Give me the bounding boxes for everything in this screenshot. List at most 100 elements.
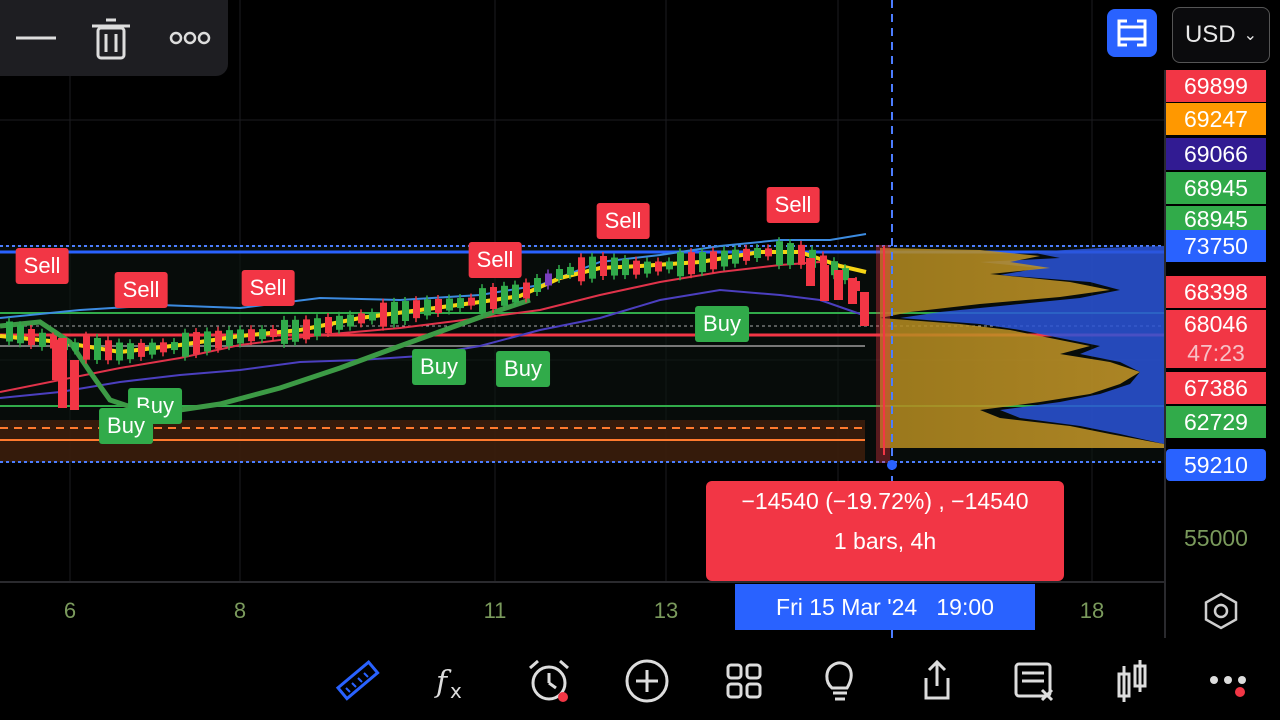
- candle-body: [457, 298, 464, 309]
- candle-body: [545, 273, 552, 286]
- candle-body: [347, 314, 354, 327]
- more-options-icon[interactable]: [166, 14, 214, 62]
- candle-body: [70, 360, 79, 410]
- candle-body: [699, 252, 706, 273]
- candle-body: [380, 302, 387, 327]
- drawing-toolbar: [0, 0, 228, 76]
- price-tag: 67386: [1166, 372, 1266, 404]
- sell-signal: Sell: [15, 248, 69, 284]
- candle-body: [787, 243, 794, 266]
- candle-body: [710, 251, 717, 270]
- price-tag: 62729: [1166, 406, 1266, 438]
- crosshair-date-label: Fri 15 Mar '24 19:00: [735, 584, 1035, 630]
- candle-body: [303, 319, 310, 340]
- note-icon[interactable]: [1010, 656, 1060, 706]
- measure-tooltip: −14540 (−19.72%) , −14540 1 bars, 4h: [706, 481, 1064, 581]
- candle-body: [105, 340, 112, 361]
- candle-body: [567, 266, 574, 275]
- sell-signal: Sell: [114, 272, 168, 308]
- candle-body: [358, 313, 365, 324]
- candle-body: [6, 321, 13, 342]
- price-tag: 69066: [1166, 138, 1266, 170]
- candle-body: [72, 342, 79, 351]
- time-tick: 6: [63, 598, 77, 623]
- price-tag: 69247: [1166, 103, 1266, 135]
- candle-body: [413, 300, 420, 319]
- candle-body: [512, 284, 519, 303]
- candle-body: [270, 329, 277, 337]
- bars-icon[interactable]: [1107, 656, 1157, 706]
- candle-body: [127, 343, 134, 360]
- fullscreen-button[interactable]: [1107, 9, 1157, 57]
- candle-body: [468, 297, 475, 306]
- fx-icon[interactable]: fx: [428, 656, 478, 706]
- bottom-toolbar: fx: [0, 638, 1280, 720]
- sell-signal: Sell: [596, 203, 650, 239]
- candle-body: [677, 252, 684, 277]
- candle-body: [721, 250, 728, 267]
- candle-body: [237, 329, 244, 344]
- candle-body: [834, 270, 843, 300]
- price-tag: 68398: [1166, 276, 1266, 308]
- candle-body: [226, 330, 233, 347]
- svg-text:x: x: [450, 679, 462, 703]
- countdown-tag: 47:23: [1166, 338, 1266, 368]
- grid-icon[interactable]: [719, 656, 769, 706]
- candle-body: [28, 329, 35, 345]
- candle-body: [17, 325, 24, 344]
- candle-body: [589, 256, 596, 279]
- sell-signal: Sell: [468, 242, 522, 278]
- price-tag: 73750: [1166, 230, 1266, 262]
- candle-body: [501, 285, 508, 306]
- price-tag: 68046: [1166, 310, 1266, 338]
- candle-body: [369, 312, 376, 321]
- candle-body: [446, 298, 453, 311]
- more-icon[interactable]: [1204, 656, 1254, 706]
- candle-body: [754, 248, 761, 258]
- candle-body: [138, 342, 145, 357]
- plus-icon[interactable]: [622, 656, 672, 706]
- time-tick: 13: [653, 598, 679, 623]
- candle-body: [600, 256, 607, 276]
- price-tag: 69899: [1166, 70, 1266, 102]
- minimize-icon[interactable]: [12, 14, 60, 62]
- price-tag: 68945: [1166, 206, 1266, 232]
- time-tick: 11: [483, 598, 507, 623]
- candle-body: [292, 319, 299, 342]
- bulb-icon[interactable]: [815, 656, 865, 706]
- candle-body: [848, 278, 857, 304]
- sell-signal: Sell: [241, 270, 295, 306]
- candle-body: [578, 257, 585, 282]
- candle-body: [149, 342, 156, 355]
- buy-signal: Buy: [695, 306, 749, 342]
- candle-body: [765, 248, 772, 257]
- candle-body: [39, 332, 46, 347]
- candle-body: [655, 261, 662, 272]
- candle-body: [860, 292, 869, 326]
- fullscreen-icon: [1117, 19, 1147, 47]
- candle-body: [523, 282, 530, 299]
- ruler-icon[interactable]: [332, 656, 382, 706]
- candle-body: [743, 248, 750, 261]
- trash-icon[interactable]: [88, 14, 136, 62]
- candle-body: [776, 241, 783, 266]
- candle-body: [314, 318, 321, 337]
- candle-body: [94, 337, 101, 360]
- candle-body: [259, 329, 266, 340]
- candle-body: [732, 249, 739, 264]
- alarm-icon[interactable]: [524, 656, 574, 706]
- settings-button[interactable]: [1198, 588, 1244, 634]
- axis-divider: [0, 581, 1164, 583]
- candle-body: [182, 332, 189, 357]
- candle-body: [806, 258, 815, 286]
- candle-body: [688, 252, 695, 275]
- price-tag: 59210: [1166, 449, 1266, 481]
- settings-icon: [1204, 592, 1238, 630]
- candle-body: [160, 342, 167, 353]
- candle-body: [215, 330, 222, 349]
- candle-body: [171, 342, 178, 351]
- currency-selector[interactable]: USD ⌄: [1172, 7, 1270, 63]
- share-icon[interactable]: [912, 656, 962, 706]
- candle-body: [52, 340, 61, 380]
- candle-body: [644, 261, 651, 274]
